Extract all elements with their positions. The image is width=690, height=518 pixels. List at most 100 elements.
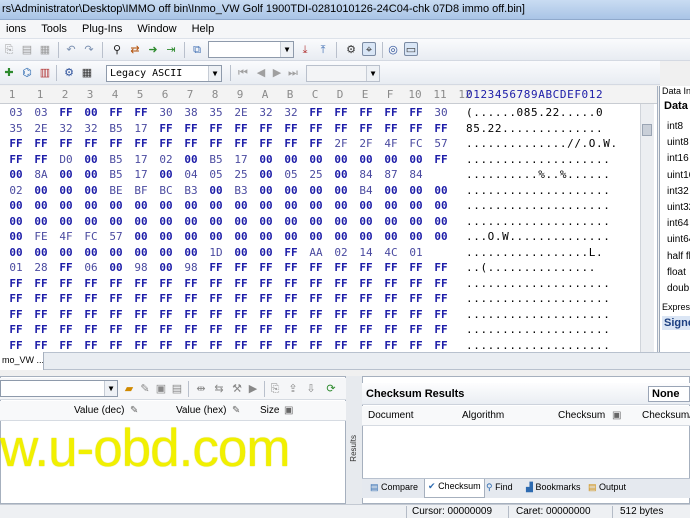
hex-byte[interactable]: FF (154, 322, 178, 337)
column-size[interactable]: Size (260, 405, 279, 416)
ascii-text[interactable]: ...O.W.............. (466, 229, 610, 244)
hex-byte[interactable]: FF (354, 338, 378, 353)
run-icon[interactable]: ▶ (246, 382, 260, 396)
hex-byte[interactable]: 00 (329, 183, 353, 198)
hex-byte[interactable]: FF (179, 136, 203, 151)
hex-byte[interactable]: FF (204, 291, 228, 306)
hex-byte[interactable]: 00 (79, 245, 103, 260)
hex-byte[interactable]: FF (229, 276, 253, 291)
hex-byte[interactable]: FF (254, 121, 278, 136)
hex-byte[interactable]: 00 (54, 198, 78, 213)
hex-byte[interactable]: 00 (104, 245, 128, 260)
hex-byte[interactable]: 00 (354, 214, 378, 229)
hex-byte[interactable]: B3 (229, 183, 253, 198)
menu-plugins[interactable]: Plug-Ins (76, 20, 128, 39)
hex-byte[interactable]: 00 (229, 214, 253, 229)
navigation-combo[interactable]: ▼ (306, 65, 380, 82)
hex-byte[interactable]: B5 (104, 167, 128, 182)
ascii-text[interactable]: ..........%..%...... (466, 167, 610, 182)
hex-byte[interactable]: FF (379, 322, 403, 337)
hex-byte[interactable]: FF (4, 291, 28, 306)
options-gear-icon[interactable]: ⚙ (62, 66, 76, 80)
hex-row[interactable]: FF FF FF FF FF FF FF FF FF FF FF FF FF FF FF FF FF FF....… (0, 291, 657, 306)
hex-byte[interactable]: 00 (79, 214, 103, 229)
hex-byte[interactable]: FF (429, 121, 453, 136)
hex-byte[interactable]: FF (54, 291, 78, 306)
hex-byte[interactable]: FF (104, 291, 128, 306)
hex-byte[interactable]: FF (329, 322, 353, 337)
hammer-icon[interactable]: ⚒ (230, 382, 244, 396)
hex-byte[interactable]: FF (204, 307, 228, 322)
hex-row[interactable]: FF FF FF FF FF FF FF FF FF FF FF FF FF 2F 2F 4F FC 57....… (0, 136, 657, 151)
hex-byte[interactable]: FF (129, 105, 153, 120)
hex-byte[interactable]: FF (279, 291, 303, 306)
hex-byte[interactable]: 00 (429, 229, 453, 244)
hex-byte[interactable]: FF (379, 121, 403, 136)
hex-byte[interactable]: 00 (154, 229, 178, 244)
hex-byte[interactable]: 00 (179, 152, 203, 167)
hex-byte[interactable]: 00 (79, 167, 103, 182)
hex-byte[interactable]: FF (279, 121, 303, 136)
hex-byte[interactable]: FF (54, 136, 78, 151)
hex-byte[interactable]: FF (229, 121, 253, 136)
chevron-down-icon[interactable]: ▼ (280, 42, 293, 57)
hex-byte[interactable]: 00 (329, 198, 353, 213)
hex-byte[interactable]: 00 (279, 183, 303, 198)
tab-find[interactable]: ⚲ Find (486, 482, 513, 493)
hex-byte[interactable]: FF (304, 338, 328, 353)
hex-byte[interactable]: 00 (29, 183, 53, 198)
hex-byte[interactable]: 01 (4, 260, 28, 275)
import-icon[interactable]: ⇩ (304, 382, 318, 396)
hex-byte[interactable]: 02 (4, 183, 28, 198)
hex-byte[interactable]: FF (104, 338, 128, 353)
hex-byte[interactable]: 00 (229, 198, 253, 213)
hex-byte[interactable]: 00 (304, 214, 328, 229)
hex-byte[interactable]: 00 (329, 167, 353, 182)
hex-byte[interactable]: FF (304, 291, 328, 306)
first-icon[interactable]: ⏮ (236, 66, 250, 80)
ascii-text[interactable]: .................... (466, 183, 610, 198)
hex-byte[interactable]: FF (304, 322, 328, 337)
hex-byte[interactable]: FF (154, 291, 178, 306)
hex-byte[interactable]: FF (204, 121, 228, 136)
checksum-mode[interactable]: None (648, 386, 690, 402)
inspector-type[interactable]: int8 (667, 121, 683, 132)
hex-byte[interactable]: 84 (404, 167, 428, 182)
hex-byte[interactable]: 32 (79, 121, 103, 136)
hex-byte[interactable]: FF (104, 136, 128, 151)
hex-byte[interactable]: 4F (54, 229, 78, 244)
hex-byte[interactable]: FF (54, 260, 78, 275)
hex-byte[interactable]: FF (304, 136, 328, 151)
hex-byte[interactable]: 2E (29, 121, 53, 136)
inspector-type[interactable]: float (667, 267, 686, 278)
hex-byte[interactable]: 00 (379, 229, 403, 244)
inspector-type[interactable]: doub (667, 283, 689, 294)
hex-byte[interactable]: FF (4, 322, 28, 337)
hex-byte[interactable]: 00 (254, 183, 278, 198)
hex-row[interactable]: FF FF FF FF FF FF FF FF FF FF FF FF FF FF FF FF FF FF....… (0, 338, 657, 353)
hex-byte[interactable]: FF (279, 245, 303, 260)
search-down-icon[interactable]: ⤓ (298, 43, 312, 57)
hex-byte[interactable]: 00 (329, 214, 353, 229)
hex-byte[interactable]: 32 (254, 105, 278, 120)
hex-byte[interactable]: FF (329, 291, 353, 306)
hex-byte[interactable]: FF (429, 152, 453, 167)
hex-byte[interactable]: BE (104, 183, 128, 198)
hex-byte[interactable]: FF (129, 307, 153, 322)
hex-byte[interactable]: 00 (204, 183, 228, 198)
hex-byte[interactable]: 02 (329, 245, 353, 260)
hex-byte[interactable]: FF (54, 105, 78, 120)
hex-byte[interactable]: 00 (4, 214, 28, 229)
ascii-text[interactable]: .................... (466, 307, 610, 322)
hex-byte[interactable]: FF (104, 307, 128, 322)
hex-row[interactable]: FF FF FF FF FF FF FF FF FF FF FF FF FF FF FF FF FF FF....… (0, 322, 657, 337)
chevron-down-icon[interactable]: ▼ (366, 66, 379, 81)
hex-byte[interactable]: FF (254, 307, 278, 322)
hex-byte[interactable]: 05 (279, 167, 303, 182)
inspector-type[interactable]: uint16 (667, 170, 690, 181)
hex-byte[interactable]: 00 (329, 229, 353, 244)
hex-byte[interactable]: 17 (129, 167, 153, 182)
hex-byte[interactable]: 00 (204, 214, 228, 229)
hex-byte[interactable]: 38 (179, 105, 203, 120)
hex-byte[interactable]: FF (404, 338, 428, 353)
